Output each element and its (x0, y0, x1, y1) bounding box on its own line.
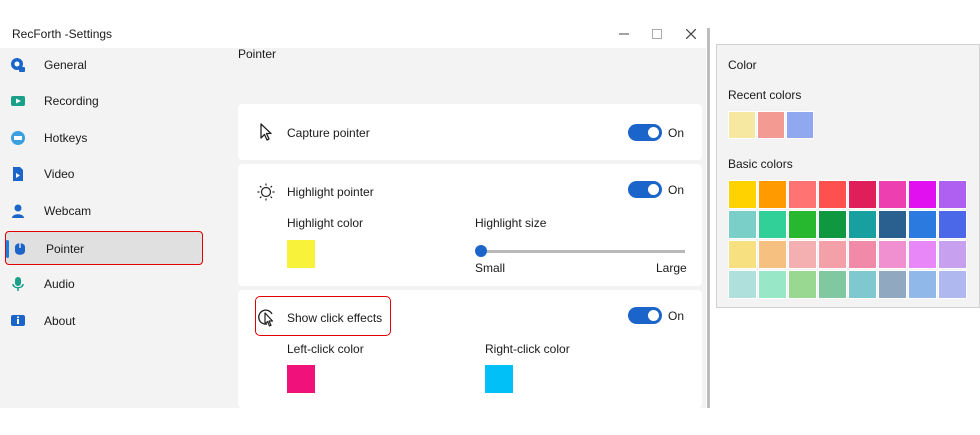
sidebar-item-about[interactable]: About (4, 304, 202, 338)
minimize-icon (619, 33, 629, 35)
maximize-icon (652, 29, 662, 39)
basic-color-swatch[interactable] (908, 180, 937, 209)
highlight-size-min-label: Small (475, 261, 506, 275)
hotkeys-icon (11, 131, 25, 145)
recent-color-swatch[interactable] (786, 111, 814, 139)
basic-color-swatch[interactable] (728, 180, 757, 209)
basic-color-swatch[interactable] (938, 210, 967, 239)
sidebar-item-general[interactable]: General (4, 48, 202, 82)
basic-color-swatch[interactable] (878, 210, 907, 239)
basic-color-swatch[interactable] (758, 210, 787, 239)
recent-colors-label: Recent colors (728, 88, 802, 102)
basic-color-swatch[interactable] (908, 240, 937, 269)
basic-color-swatch[interactable] (938, 180, 967, 209)
minimize-button[interactable] (612, 23, 636, 45)
close-icon (686, 29, 696, 39)
window-divider (707, 28, 710, 408)
sidebar-item-recording[interactable]: Recording (4, 84, 202, 118)
active-indicator (6, 240, 9, 258)
highlight-size-slider-thumb[interactable] (475, 245, 487, 257)
basic-color-swatch[interactable] (788, 180, 817, 209)
left-click-color-label: Left-click color (287, 342, 364, 356)
basic-color-swatch[interactable] (938, 270, 967, 299)
highlight-pointer-label: Highlight pointer (287, 185, 374, 199)
pointer-icon (15, 243, 25, 255)
highlight-size-slider-track[interactable] (481, 250, 685, 253)
close-button[interactable] (679, 23, 703, 45)
basic-color-swatch[interactable] (818, 270, 847, 299)
general-icon (11, 58, 25, 72)
cursor-arrow-icon (260, 123, 272, 141)
basic-color-swatch[interactable] (758, 240, 787, 269)
basic-color-swatch[interactable] (878, 240, 907, 269)
audio-icon (12, 277, 24, 291)
about-icon (11, 315, 25, 326)
sidebar-item-hotkeys[interactable]: Hotkeys (4, 121, 202, 155)
basic-color-swatch[interactable] (758, 180, 787, 209)
highlight-size-max-label: Large (656, 261, 687, 275)
page-title: Pointer (238, 47, 277, 61)
highlight-size-label: Highlight size (475, 216, 547, 230)
highlight-color-label: Highlight color (287, 216, 364, 230)
sidebar-item-label: Video (44, 167, 75, 181)
basic-color-swatch[interactable] (908, 270, 937, 299)
basic-color-swatch[interactable] (878, 180, 907, 209)
basic-color-swatch[interactable] (758, 270, 787, 299)
sidebar-item-label: Webcam (44, 204, 92, 218)
recording-icon (11, 96, 25, 106)
video-icon (13, 167, 23, 181)
capture-pointer-toggle-state: On (668, 126, 685, 140)
color-picker-panel: Color Recent colors Basic colors (716, 44, 980, 308)
basic-color-swatch[interactable] (848, 270, 877, 299)
basic-color-swatch[interactable] (818, 210, 847, 239)
right-click-color-swatch[interactable] (485, 365, 513, 393)
basic-colors-label: Basic colors (728, 157, 793, 171)
sidebar-item-audio[interactable]: Audio (4, 267, 202, 301)
click-effects-highlight-frame (255, 296, 391, 336)
sidebar-item-label: About (44, 314, 76, 328)
basic-color-swatch[interactable] (848, 180, 877, 209)
capture-pointer-label: Capture pointer (287, 126, 370, 140)
basic-color-swatch[interactable] (818, 180, 847, 209)
highlight-pointer-toggle[interactable] (628, 181, 662, 198)
recent-color-swatch[interactable] (757, 111, 785, 139)
recent-color-swatch[interactable] (728, 111, 756, 139)
highlight-color-swatch[interactable] (287, 240, 315, 268)
sidebar-item-label: Pointer (46, 242, 85, 256)
sidebar-item-webcam[interactable]: Webcam (4, 194, 202, 228)
sidebar-item-label: General (44, 58, 87, 72)
capture-pointer-card: Capture pointer On (238, 104, 702, 160)
basic-color-swatch[interactable] (938, 240, 967, 269)
sidebar-item-label: Hotkeys (44, 131, 88, 145)
maximize-button[interactable] (645, 23, 669, 45)
basic-color-swatch[interactable] (728, 210, 757, 239)
basic-color-swatch[interactable] (818, 240, 847, 269)
sidebar-item-pointer[interactable]: Pointer (5, 231, 203, 265)
window-title: RecForth -Settings (12, 27, 113, 41)
title-bar: RecForth -Settings (0, 20, 706, 48)
basic-color-swatch[interactable] (728, 240, 757, 269)
webcam-icon (12, 204, 24, 218)
right-click-color-label: Right-click color (485, 342, 570, 356)
sidebar-item-label: Recording (44, 94, 99, 108)
basic-color-swatch[interactable] (848, 240, 877, 269)
basic-color-swatch[interactable] (848, 210, 877, 239)
basic-color-swatch[interactable] (788, 210, 817, 239)
basic-color-swatch[interactable] (788, 270, 817, 299)
basic-color-swatch[interactable] (908, 210, 937, 239)
color-picker-title: Color (728, 58, 757, 72)
basic-color-swatch[interactable] (728, 270, 757, 299)
highlight-pointer-toggle-state: On (668, 183, 685, 197)
click-effects-toggle-state: On (668, 309, 685, 323)
sidebar-item-video[interactable]: Video (4, 157, 202, 191)
left-click-color-swatch[interactable] (287, 365, 315, 393)
click-effects-toggle[interactable] (628, 307, 662, 324)
sidebar-item-label: Audio (44, 277, 75, 291)
basic-color-swatch[interactable] (788, 240, 817, 269)
highlight-sun-icon (257, 183, 275, 201)
basic-color-swatch[interactable] (878, 270, 907, 299)
capture-pointer-toggle[interactable] (628, 124, 662, 141)
